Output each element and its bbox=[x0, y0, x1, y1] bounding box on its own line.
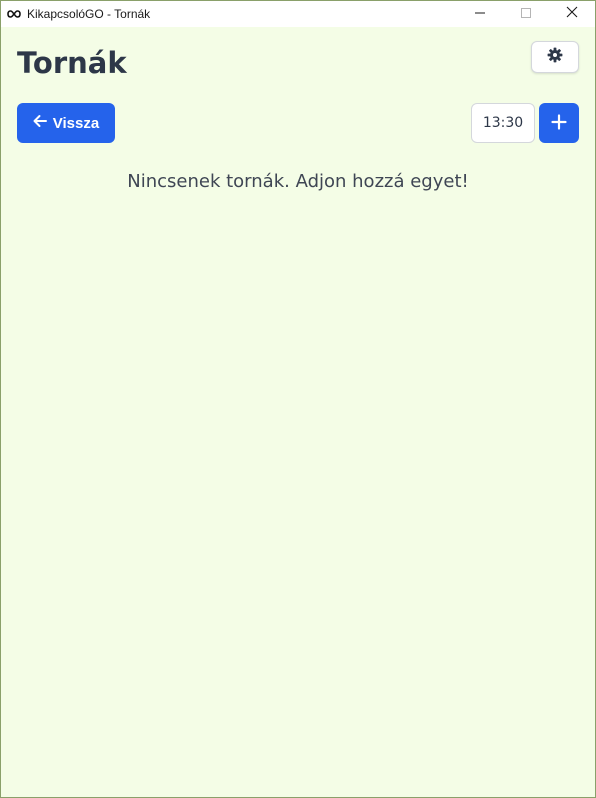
close-button[interactable] bbox=[549, 1, 595, 27]
page-title: Tornák bbox=[17, 46, 127, 80]
back-button[interactable]: Vissza bbox=[17, 103, 115, 143]
minimize-icon bbox=[475, 5, 485, 23]
infinity-icon bbox=[6, 6, 22, 22]
settings-button[interactable] bbox=[531, 41, 579, 73]
add-tournament-button[interactable] bbox=[539, 103, 579, 143]
app-window: KikapcsolóGO - Tornák Tornák Vissza 13:3… bbox=[0, 0, 596, 798]
window-title: KikapcsolóGO - Tornák bbox=[27, 7, 151, 21]
window-controls bbox=[457, 1, 595, 27]
close-icon bbox=[566, 5, 578, 23]
minimize-button[interactable] bbox=[457, 1, 503, 27]
title-bar[interactable]: KikapcsolóGO - Tornák bbox=[1, 1, 595, 27]
maximize-icon bbox=[521, 5, 531, 23]
main-content: Tornák Vissza 13:30 Nincsenek tornák. Ad… bbox=[1, 27, 595, 797]
empty-state-message: Nincsenek tornák. Adjon hozzá egyet! bbox=[127, 171, 469, 192]
time-display[interactable]: 13:30 bbox=[471, 103, 535, 143]
arrow-left-icon bbox=[33, 114, 47, 132]
plus-icon bbox=[551, 113, 567, 133]
maximize-button[interactable] bbox=[503, 1, 549, 27]
back-button-label: Vissza bbox=[52, 114, 100, 132]
gear-icon bbox=[547, 47, 563, 68]
